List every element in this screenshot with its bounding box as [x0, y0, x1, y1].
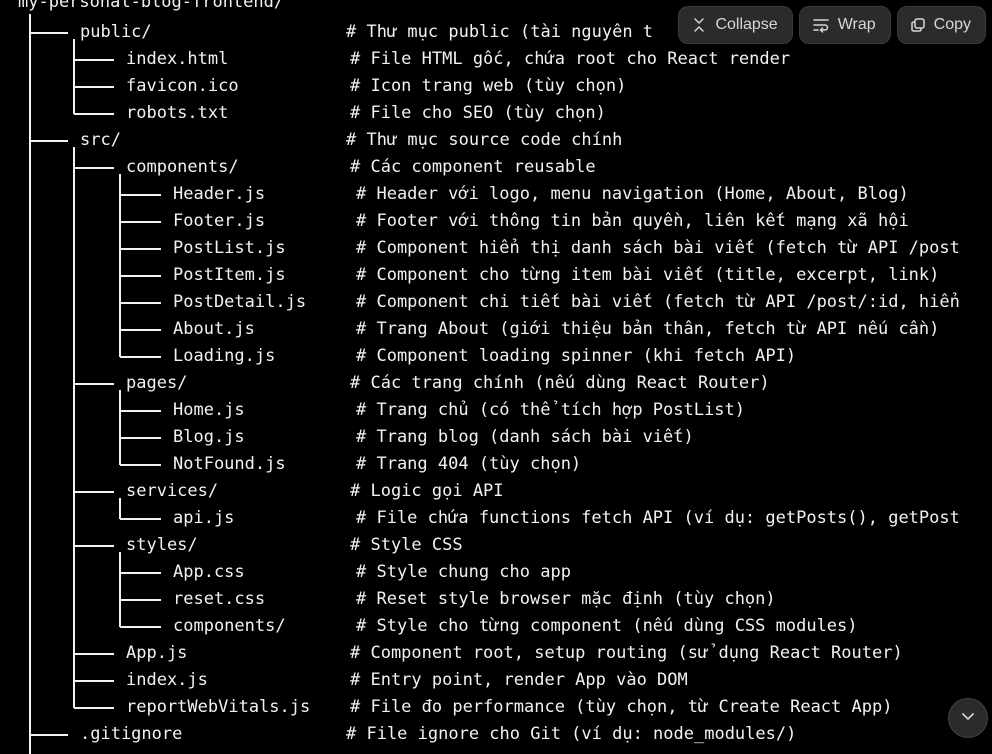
wrap-button[interactable]: Wrap: [798, 6, 891, 44]
tree-item-comment: # Style cho từng component (nếu dùng CSS…: [356, 616, 858, 636]
tree-item-comment: # Trang chủ (có thể tích hợp PostList): [356, 400, 745, 420]
tree-item-name: reset.css: [173, 589, 266, 609]
tree-row: src/ # Thư mục source code chính: [0, 127, 992, 154]
chevron-down-icon: [960, 708, 976, 728]
tree-item-name: Loading.js: [173, 346, 276, 366]
tree-row: Header.js # Header với logo, menu navigat…: [0, 181, 992, 208]
code-block: my-personal-blog-frontend/ public/# Thư …: [0, 0, 992, 754]
tree-row: Loading.js # Component loading spinner (k…: [0, 343, 992, 370]
tree-item-name: api.js: [173, 508, 235, 528]
tree-item-name: About.js: [173, 319, 255, 339]
directory-tree: public/ # Thư mục public (tài nguyên t ind…: [0, 0, 992, 754]
tree-item-name: Footer.js: [173, 211, 266, 231]
tree-row: PostDetail.js # Component chi tiết bài vi…: [0, 289, 992, 316]
tree-item-comment: # Các trang chính (nếu dùng React Router…: [350, 373, 770, 393]
tree-item-comment: # Trang About (giới thiệu bản thân, fetc…: [356, 319, 940, 339]
tree-row: .gitignore # File ignore cho Git (ví dụ: …: [0, 721, 992, 748]
tree-item-name: Blog.js: [173, 427, 245, 447]
tree-item-name: robots.txt: [126, 103, 229, 123]
tree-row: About.js # Trang About (giới thiệu bản th…: [0, 316, 992, 343]
tree-item-comment: # Component loading spinner (khi fetch A…: [356, 346, 797, 366]
collapse-button[interactable]: Collapse: [678, 6, 793, 44]
tree-item-comment: # Component root, setup routing (sử dụng…: [350, 643, 903, 663]
tree-item-comment: # File ignore cho Git (ví dụ: node_modul…: [346, 724, 797, 744]
tree-item-comment: # Thư mục source code chính: [346, 130, 623, 150]
tree-item-name: Home.js: [173, 400, 245, 420]
tree-item-comment: # Trang 404 (tùy chọn): [356, 454, 582, 474]
tree-row: index.js # Entry point, render App vào DO…: [0, 667, 992, 694]
tree-item-comment: # Thư mục public (tài nguyên t: [346, 22, 654, 42]
tree-row: index.html # File HTML gốc, chứa root cho…: [0, 46, 992, 73]
tree-item-name: PostItem.js: [173, 265, 286, 285]
tree-item-comment: # Trang blog (danh sách bài viết): [356, 427, 694, 447]
tree-item-name: NotFound.js: [173, 454, 286, 474]
tree-item-comment: # Các component reusable: [350, 157, 596, 177]
tree-item-comment: # Component cho từng item bài viết (titl…: [356, 265, 940, 285]
tree-row: robots.txt # File cho SEO (tùy chọn): [0, 100, 992, 127]
tree-item-name: src/: [80, 130, 121, 150]
tree-item-name: PostList.js: [173, 238, 286, 258]
copy-button[interactable]: Copy: [896, 6, 986, 44]
tree-item-name: App.css: [173, 562, 245, 582]
tree-item-comment: # Style CSS: [350, 535, 463, 555]
tree-row: reset.css # Reset style browser mặc định …: [0, 586, 992, 613]
tree-item-comment: # Logic gọi API: [350, 481, 504, 501]
tree-item-name: index.js: [126, 670, 208, 690]
tree-row: pages/ # Các trang chính (nếu dùng React …: [0, 370, 992, 397]
tree-item-name: App.js: [126, 643, 188, 663]
tree-row: api.js # File chứa functions fetch API (v…: [0, 505, 992, 532]
scroll-down-button[interactable]: [948, 698, 988, 738]
wrap-icon: [812, 17, 830, 33]
tree-item-comment: # Footer với thông tin bản quyền, liên k…: [356, 211, 909, 231]
copy-icon: [910, 17, 926, 33]
tree-row: PostList.js # Component hiển thị danh sác…: [0, 235, 992, 262]
tree-item-name: components/: [126, 157, 239, 177]
tree-item-name: styles/: [126, 535, 198, 555]
tree-item-comment: # File chứa functions fetch API (ví dụ: …: [356, 508, 960, 528]
tree-row: Blog.js # Trang blog (danh sách bài viết): [0, 424, 992, 451]
tree-row: components/ # Style cho từng component (n…: [0, 613, 992, 640]
tree-row: App.js # Component root, setup routing (s…: [0, 640, 992, 667]
tree-item-name: reportWebVitals.js: [126, 697, 311, 717]
tree-row: Home.js # Trang chủ (có thể tích hợp Post…: [0, 397, 992, 424]
tree-row: PostItem.js # Component cho từng item bài…: [0, 262, 992, 289]
tree-row: reportWebVitals.js # File đo performance …: [0, 694, 992, 721]
tree-item-name: PostDetail.js: [173, 292, 307, 312]
tree-row: Footer.js # Footer với thông tin bản quyề…: [0, 208, 992, 235]
tree-item-comment: # Component hiển thị danh sách bài viết …: [356, 238, 960, 258]
tree-item-comment: # Component chi tiết bài viết (fetch từ …: [356, 292, 960, 312]
tree-row: App.css # Style chung cho app: [0, 559, 992, 586]
tree-item-comment: # File đo performance (tùy chọn, từ Crea…: [350, 697, 893, 717]
tree-row: favicon.ico # Icon trang web (tùy chọn): [0, 73, 992, 100]
tree-item-name: .gitignore: [80, 724, 183, 744]
tree-item-comment: # Style chung cho app: [356, 562, 571, 582]
tree-row: components/ # Các component reusable: [0, 154, 992, 181]
collapse-label: Collapse: [715, 16, 778, 33]
tree-item-name: services/: [126, 481, 219, 501]
code-toolbar: Collapse Wrap Copy: [678, 6, 986, 44]
tree-item-name: public/: [80, 22, 152, 42]
tree-row: styles/ # Style CSS: [0, 532, 992, 559]
tree-item-name: pages/: [126, 373, 188, 393]
collapse-icon: [691, 17, 707, 33]
tree-item-name: Header.js: [173, 184, 266, 204]
tree-item-name: favicon.ico: [126, 76, 239, 96]
tree-item-name: index.html: [126, 49, 229, 69]
tree-row: services/ # Logic gọi API: [0, 478, 992, 505]
tree-item-comment: # File HTML gốc, chứa root cho React ren…: [350, 49, 791, 69]
tree-item-comment: # Entry point, render App vào DOM: [350, 670, 688, 690]
wrap-label: Wrap: [837, 16, 876, 33]
tree-row: NotFound.js # Trang 404 (tùy chọn): [0, 451, 992, 478]
tree-item-comment: # Reset style browser mặc định (tùy chọn…: [356, 589, 776, 609]
tree-item-comment: # Icon trang web (tùy chọn): [350, 76, 627, 96]
tree-item-comment: # Header với logo, menu navigation (Home…: [356, 184, 909, 204]
copy-label: Copy: [933, 16, 971, 33]
tree-item-name: components/: [173, 616, 286, 636]
tree-item-comment: # File cho SEO (tùy chọn): [350, 103, 606, 123]
